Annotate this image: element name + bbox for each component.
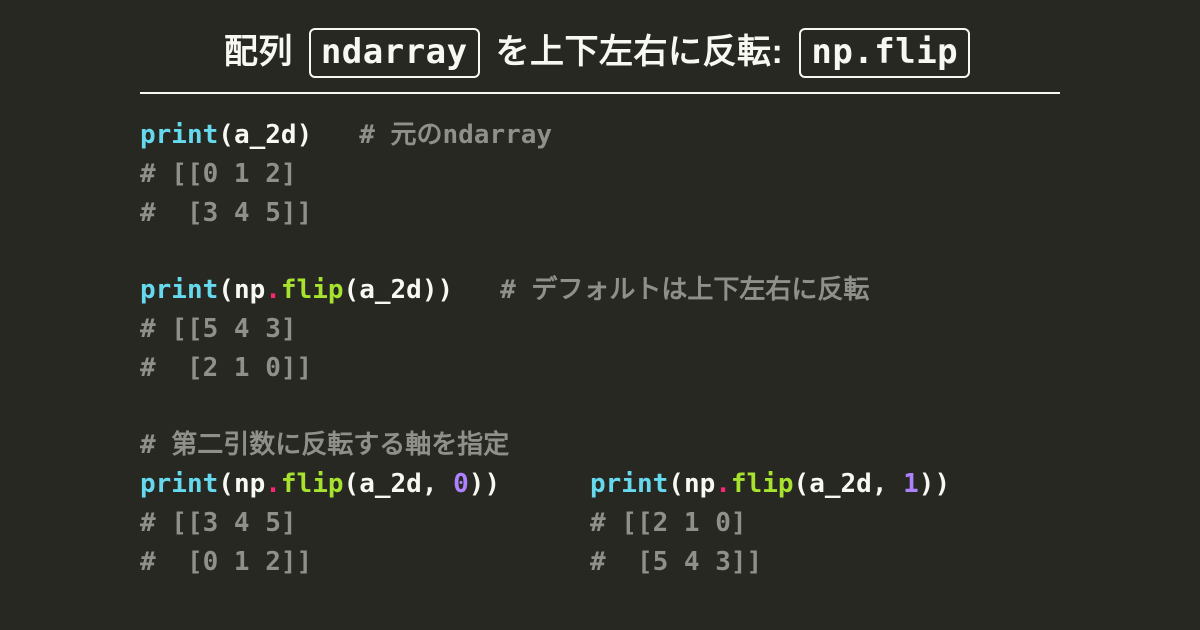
paren-close: ) — [919, 469, 935, 499]
title-text-1: 配列 — [224, 33, 293, 71]
function-name: flip — [281, 469, 344, 499]
title-text-2: を上下左右に反転: — [496, 33, 784, 71]
comma: , — [422, 469, 453, 499]
comma: , — [872, 469, 903, 499]
blank-line — [140, 233, 1060, 271]
paren-close: ) — [934, 469, 950, 499]
output-line: # [[2 1 0] — [590, 508, 747, 538]
function-name: flip — [731, 469, 794, 499]
module-name: np — [684, 469, 715, 499]
page-container: 配列 ndarray を上下左右に反転: np.flip print(a_2d)… — [0, 0, 1200, 582]
output-line: # [0 1 2]] — [140, 547, 312, 577]
code-block-2: print(np.flip(a_2d)) # デフォルトは上下左右に反転 # [… — [140, 271, 1060, 388]
paren-open: ( — [794, 469, 810, 499]
blank-line — [140, 388, 1060, 426]
function-name: flip — [281, 275, 344, 305]
paren-close: ) — [469, 469, 485, 499]
output-line: # [5 4 3]] — [590, 547, 762, 577]
paren-close: ) — [437, 275, 453, 305]
dot-operator: . — [715, 469, 731, 499]
print-keyword: print — [590, 469, 668, 499]
code-block-1: print(a_2d) # 元のndarray # [[0 1 2] # [3 … — [140, 116, 1060, 233]
output-line: # [[0 1 2] — [140, 159, 297, 189]
page-title: 配列 ndarray を上下左右に反転: np.flip — [140, 24, 1060, 94]
output-line: # [[5 4 3] — [140, 314, 297, 344]
spacing — [312, 120, 359, 150]
dot-operator: . — [265, 469, 281, 499]
title-box-npflip: np.flip — [799, 28, 970, 78]
paren-open: ( — [668, 469, 684, 499]
paren-close: ) — [297, 120, 313, 150]
arg-name: a_2d — [809, 469, 872, 499]
spacing — [453, 275, 500, 305]
paren-open: ( — [344, 469, 360, 499]
paren-open: ( — [344, 275, 360, 305]
print-keyword: print — [140, 275, 218, 305]
print-keyword: print — [140, 469, 218, 499]
output-line: # [[3 4 5] — [140, 508, 297, 538]
paren-close: ) — [484, 469, 500, 499]
arg-name: a_2d — [359, 275, 422, 305]
paren-open: ( — [218, 120, 234, 150]
code-block-3-comment: # 第二引数に反転する軸を指定 — [140, 426, 1060, 465]
paren-close: ) — [422, 275, 438, 305]
module-name: np — [234, 469, 265, 499]
comment-text: # 第二引数に反転する軸を指定 — [140, 430, 509, 460]
comment-text: # デフォルトは上下左右に反転 — [500, 275, 869, 305]
paren-open: ( — [218, 275, 234, 305]
title-box-ndarray: ndarray — [309, 28, 480, 78]
module-name: np — [234, 275, 265, 305]
numeric-literal: 1 — [903, 469, 919, 499]
paren-open: ( — [218, 469, 234, 499]
arg-name: a_2d — [234, 120, 297, 150]
arg-name: a_2d — [359, 469, 422, 499]
code-block-3-columns: print(np.flip(a_2d, 0)) # [[3 4 5] # [0 … — [140, 465, 1060, 582]
dot-operator: . — [265, 275, 281, 305]
output-line: # [2 1 0]] — [140, 353, 312, 383]
code-block-3-left: print(np.flip(a_2d, 0)) # [[3 4 5] # [0 … — [140, 465, 590, 582]
numeric-literal: 0 — [453, 469, 469, 499]
print-keyword: print — [140, 120, 218, 150]
comment-text: # 元のndarray — [359, 120, 552, 150]
output-line: # [3 4 5]] — [140, 198, 312, 228]
code-block-3-right: print(np.flip(a_2d, 1)) # [[2 1 0] # [5 … — [590, 465, 950, 582]
